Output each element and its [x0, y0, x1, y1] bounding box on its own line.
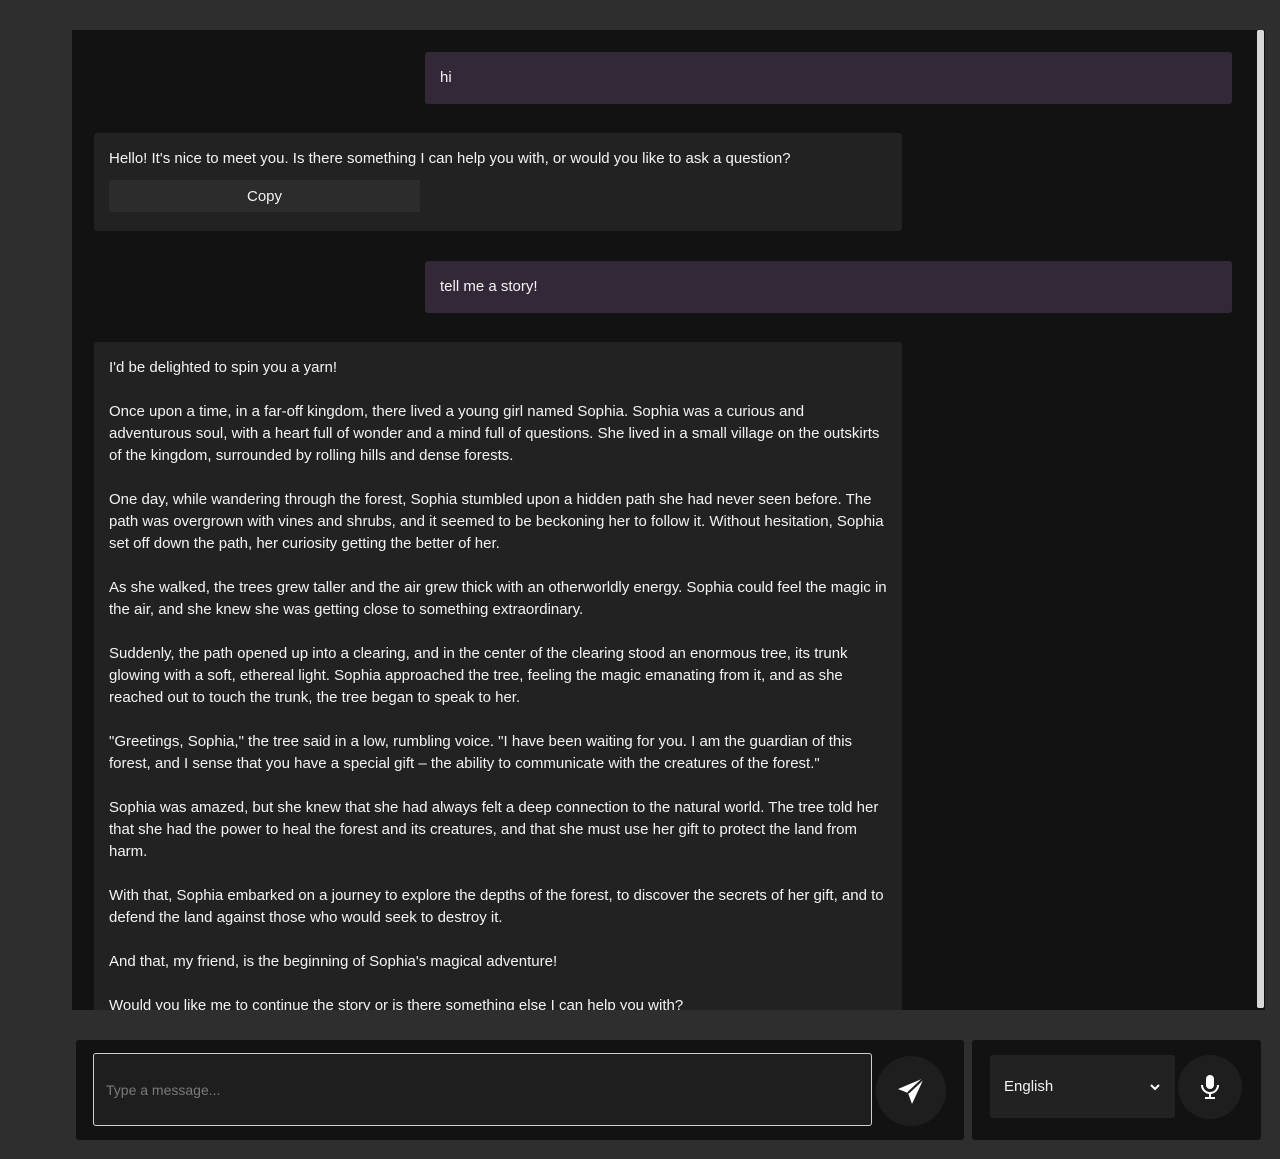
scrollbar-thumb[interactable]	[1257, 30, 1264, 1008]
story-paragraph: I'd be delighted to spin you a yarn!	[109, 359, 338, 376]
story-paragraph: Would you like me to continue the story …	[109, 997, 684, 1010]
story-paragraph: Once upon a time, in a far-off kingdom, …	[109, 403, 880, 464]
story-paragraph: One day, while wandering through the for…	[109, 491, 884, 552]
story-paragraph: "Greetings, Sophia," the tree said in a …	[109, 733, 853, 772]
message-input[interactable]	[93, 1053, 872, 1126]
story-paragraph: With that, Sophia embarked on a journey …	[109, 887, 884, 926]
chat-panel[interactable]: hi Hello! It's nice to meet you. Is ther…	[72, 30, 1265, 1010]
language-select[interactable]: English	[990, 1055, 1175, 1118]
story-paragraph: Sophia was amazed, but she knew that she…	[109, 799, 879, 860]
send-icon	[898, 1077, 925, 1104]
message-composer	[76, 1040, 964, 1140]
send-button[interactable]	[876, 1056, 946, 1126]
user-message: hi	[425, 52, 1232, 104]
message-text: tell me a story!	[440, 278, 538, 295]
scrollbar[interactable]	[1256, 30, 1265, 1010]
microphone-button[interactable]	[1178, 1055, 1242, 1119]
user-message: tell me a story!	[425, 261, 1232, 313]
message-text: Hello! It's nice to meet you. Is there s…	[109, 150, 791, 167]
message-text: hi	[440, 69, 452, 86]
assistant-message: I'd be delighted to spin you a yarn! Onc…	[94, 342, 902, 1010]
microphone-icon	[1201, 1075, 1219, 1099]
language-selected: English	[1004, 1078, 1054, 1095]
story-paragraph: And that, my friend, is the beginning of…	[109, 953, 558, 970]
story-paragraph: Suddenly, the path opened up into a clea…	[109, 645, 848, 706]
chevron-down-icon	[1150, 1083, 1160, 1090]
story-paragraph: As she walked, the trees grew taller and…	[109, 579, 887, 618]
assistant-message: Hello! It's nice to meet you. Is there s…	[94, 133, 902, 231]
copy-button[interactable]: Copy	[109, 180, 420, 212]
voice-controls: English	[972, 1040, 1261, 1140]
